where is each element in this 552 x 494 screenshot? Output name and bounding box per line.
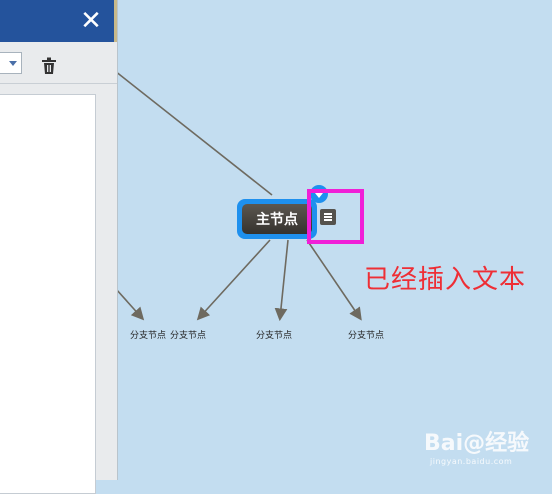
connector-to-left-panel — [114, 70, 273, 196]
chevron-down-icon — [9, 61, 17, 66]
watermark-logo: Bai@经验 — [424, 431, 530, 456]
connector-left-branch — [115, 288, 145, 321]
watermark-url: jingyan.baidu.com — [430, 457, 513, 466]
panel-toolbar — [0, 42, 117, 86]
note-text-editor[interactable] — [0, 94, 96, 494]
close-icon[interactable]: ✕ — [78, 6, 104, 36]
connector-branch-3 — [274, 239, 289, 322]
connector-branch-4 — [306, 239, 362, 321]
trash-icon[interactable] — [41, 57, 57, 75]
notes-panel: ✕ — [0, 0, 118, 494]
connector-branch-2 — [196, 239, 271, 321]
main-node[interactable]: 主节点 — [237, 199, 317, 239]
branch-node[interactable]: 分支节点 — [170, 328, 206, 341]
toolbar-divider — [0, 83, 117, 84]
main-node-label: 主节点 — [242, 204, 312, 234]
branch-node[interactable]: 分支节点 — [348, 328, 384, 341]
branch-node[interactable]: 分支节点 — [256, 328, 292, 341]
highlight-box — [307, 189, 364, 244]
watermark: Bai@经验 jingyan.baidu.com — [424, 425, 529, 466]
branch-node[interactable]: 分支节点 — [130, 328, 166, 341]
format-select[interactable] — [0, 52, 22, 74]
annotation-text: 已经插入文本 — [364, 265, 527, 295]
panel-header: ✕ — [0, 0, 117, 42]
